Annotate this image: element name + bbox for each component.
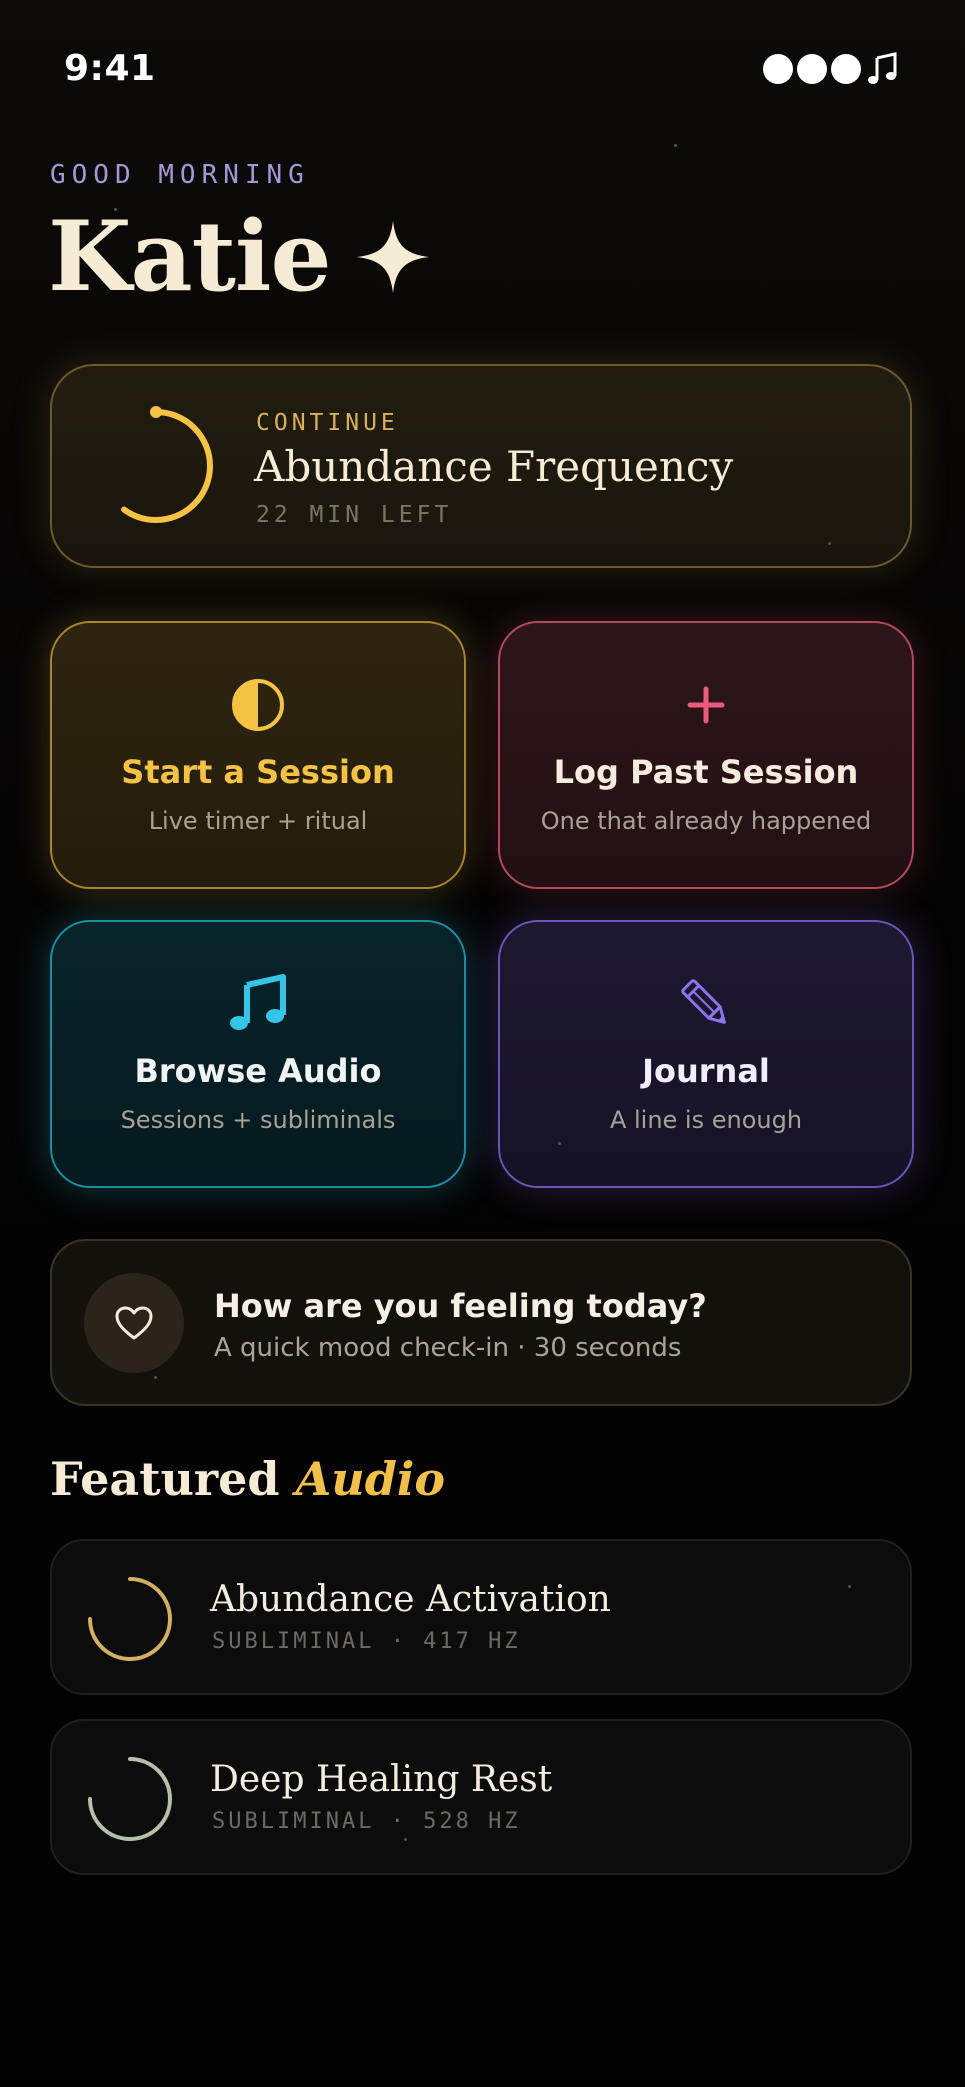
mood-title: How are you feeling today? (214, 1287, 707, 1325)
featured-heading: Featured Audio (50, 1452, 445, 1506)
continue-label: CONTINUE (256, 410, 399, 436)
journal-tile[interactable]: Journal A line is enough (498, 920, 914, 1188)
audio-title: Deep Healing Rest (210, 1759, 553, 1800)
tile-title: Journal (642, 1052, 770, 1090)
mood-checkin-card[interactable]: How are you feeling today? A quick mood … (50, 1239, 912, 1406)
tile-subtitle: Sessions + subliminals (120, 1106, 396, 1134)
tile-subtitle: One that already happened (540, 807, 872, 835)
continue-title: Abundance Frequency (254, 442, 734, 491)
continue-time-left: 22 MIN LEFT (256, 502, 453, 528)
tile-subtitle: A line is enough (609, 1106, 803, 1134)
log-past-session-tile[interactable]: Log Past Session One that already happen… (498, 621, 914, 889)
music-note-icon (868, 52, 897, 84)
half-moon-icon (232, 679, 284, 731)
status-icons (763, 52, 899, 86)
start-session-tile[interactable]: Start a Session Live timer + ritual (50, 621, 466, 889)
tile-title: Browse Audio (134, 1052, 382, 1090)
user-name: Katie (48, 200, 332, 313)
audio-meta: SUBLIMINAL · 417 HZ (212, 1629, 521, 1654)
plus-icon (687, 686, 725, 724)
signal-dot-icon (797, 54, 827, 84)
audio-ring-icon (88, 1577, 172, 1661)
audio-meta: SUBLIMINAL · 528 HZ (212, 1809, 521, 1834)
audio-ring-icon (88, 1757, 172, 1841)
continue-card[interactable]: CONTINUE Abundance Frequency 22 MIN LEFT (50, 364, 912, 568)
browse-audio-tile[interactable]: Browse Audio Sessions + subliminals (50, 920, 466, 1188)
tile-subtitle: Live timer + ritual (148, 807, 368, 835)
audio-title: Abundance Activation (210, 1579, 611, 1620)
status-time: 9:41 (64, 48, 156, 89)
mood-icon-circle (84, 1273, 184, 1373)
tile-title: Log Past Session (553, 753, 859, 791)
sparkle-icon (356, 220, 429, 293)
pencil-icon (681, 979, 726, 1024)
signal-dot-icon (831, 54, 861, 84)
progress-ring-icon (99, 406, 213, 523)
greeting-label: GOOD MORNING (50, 160, 310, 190)
mood-subtitle: A quick mood check-in · 30 seconds (214, 1333, 682, 1363)
featured-heading-text: Featured (50, 1452, 280, 1506)
heart-icon (115, 1306, 153, 1340)
featured-audio-item[interactable]: Deep Healing Rest SUBLIMINAL · 528 HZ (50, 1719, 912, 1875)
music-note-icon (230, 974, 286, 1030)
greeting-name-row: Katie (48, 200, 431, 313)
featured-audio-item[interactable]: Abundance Activation SUBLIMINAL · 417 HZ (50, 1539, 912, 1695)
signal-dot-icon (763, 54, 793, 84)
tile-title: Start a Session (121, 753, 395, 791)
featured-heading-accent: Audio (295, 1452, 446, 1506)
